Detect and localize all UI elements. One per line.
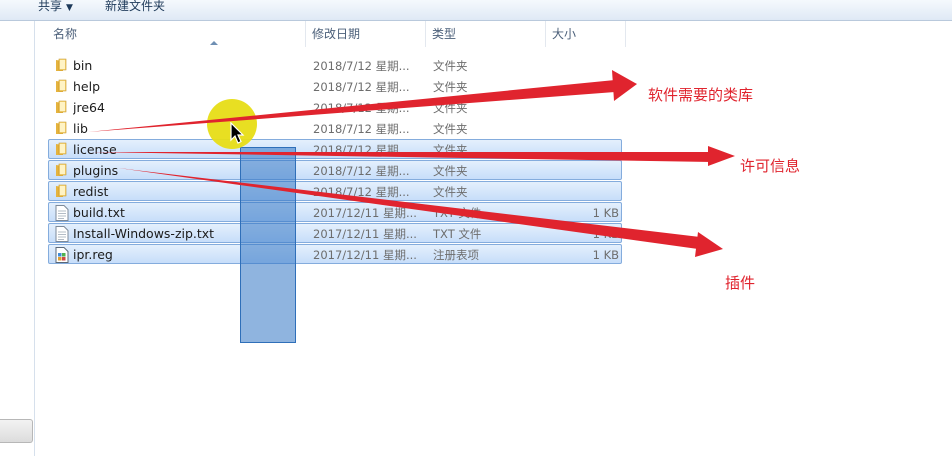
column-header-type[interactable]: 类型 [426,21,546,47]
file-type: 文件夹 [433,101,468,115]
file-size [539,140,619,158]
folder-icon [54,163,70,179]
share-button[interactable]: 共享 ▼ [38,0,73,15]
chevron-down-icon: ▼ [66,3,73,13]
sort-ascending-icon [210,41,218,45]
file-type: TXT 文件 [433,227,482,241]
file-name: help [73,79,101,94]
file-row[interactable]: lib 2018/7/12 星期... 文件夹 [48,118,622,138]
file-size: 1 KB [592,248,619,262]
file-name: lib [73,121,88,136]
file-type: 文件夹 [433,59,468,73]
column-header-name[interactable]: 名称 [47,21,306,47]
file-date: 2018/7/12 星期... [313,80,410,94]
file-date: 2018/7/12 星期... [313,101,410,115]
file-type: 注册表项 [433,248,479,262]
folder-icon [54,79,70,95]
file-date: 2018/7/12 星期... [313,164,410,178]
file-type: 文件夹 [433,164,468,178]
file-date: 2018/7/12 星期... [313,185,410,199]
file-row[interactable]: license 2018/7/12 星期... 文件夹 [48,139,622,159]
new-folder-button[interactable]: 新建文件夹 [105,0,165,15]
file-date: 2018/7/12 星期... [313,143,410,157]
file-row[interactable]: help 2018/7/12 星期... 文件夹 [48,76,622,96]
file-row[interactable]: plugins 2018/7/12 星期... 文件夹 [48,160,622,180]
file-date: 2017/12/11 星期... [313,248,417,262]
selection-marquee [240,147,296,343]
file-name: jre64 [73,100,105,115]
file-type: 文件夹 [433,185,468,199]
column-header-size[interactable]: 大小 [546,21,626,47]
file-row[interactable]: ipr.reg 2017/12/11 星期... 注册表项 1 KB [48,244,622,264]
file-date: 2018/7/12 星期... [313,59,410,73]
folder-icon [54,142,70,158]
file-size [539,161,619,179]
file-size: 1 KB [592,227,619,241]
file-row[interactable]: redist 2018/7/12 星期... 文件夹 [48,181,622,201]
folder-icon [54,58,70,74]
file-date: 2017/12/11 星期... [313,206,417,220]
annotation-license: 许可信息 [740,157,801,175]
file-row[interactable]: bin 2018/7/12 星期... 文件夹 [48,55,622,75]
folder-icon [54,121,70,137]
folder-icon [54,100,70,116]
file-type: TXT 文件 [433,206,482,220]
navigation-pane-scrollbar[interactable] [0,419,33,443]
file-date: 2017/12/11 星期... [313,227,417,241]
text-file-icon [54,226,70,242]
share-button-label: 共享 [38,0,63,13]
annotation-lib: 软件需要的类库 [648,86,754,104]
column-header-bar: 名称 修改日期 类型 大小 [35,21,952,47]
file-size [539,98,619,116]
command-bar: 共享 ▼ 新建文件夹 [0,0,952,21]
column-header-date[interactable]: 修改日期 [306,21,426,47]
file-row[interactable]: build.txt 2017/12/11 星期... TXT 文件 1 KB [48,202,622,222]
file-size [539,182,619,200]
file-row[interactable]: jre64 2018/7/12 星期... 文件夹 [48,97,622,117]
file-row[interactable]: Install-Windows-zip.txt 2017/12/11 星期...… [48,223,622,243]
text-file-icon [54,205,70,221]
mouse-pointer-icon [230,122,245,144]
file-type: 文件夹 [433,122,468,136]
folder-icon [54,184,70,200]
file-size [539,77,619,95]
navigation-pane [0,21,35,456]
file-size: 1 KB [592,206,619,220]
file-size [539,119,619,137]
annotation-plugins: 插件 [725,274,756,292]
file-size [539,56,619,74]
file-name: bin [73,58,93,73]
file-type: 文件夹 [433,80,468,94]
file-type: 文件夹 [433,143,468,157]
file-date: 2018/7/12 星期... [313,122,410,136]
registry-file-icon [54,247,70,263]
